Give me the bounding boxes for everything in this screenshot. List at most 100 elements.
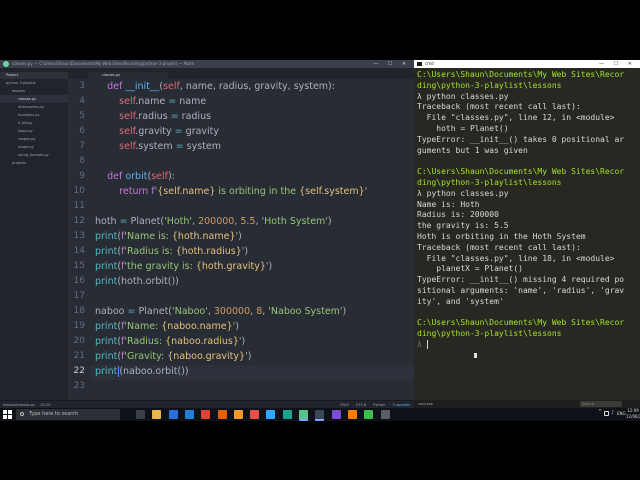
- code-area[interactable]: def __init__(self, name, radius, gravity…: [95, 79, 414, 400]
- store-icon[interactable]: [168, 410, 178, 419]
- code-line[interactable]: print(f'Radius: {naboo.radius}'): [95, 336, 245, 347]
- atom-editor-window: classes.py — C:\Users\Shaun\Documents\My…: [0, 60, 414, 408]
- tray-overflow-icon[interactable]: ^: [598, 409, 602, 415]
- terminal-output[interactable]: C:\Users\Shaun\Documents\My Web Sites\Re…: [417, 70, 637, 370]
- line-number: 7: [79, 141, 85, 151]
- code-token: ): [244, 246, 249, 257]
- tree-item[interactable]: loops.py: [0, 127, 68, 135]
- code-token: name: [176, 96, 207, 107]
- editor-window-controls[interactable]: — ☐ ✕: [373, 60, 410, 68]
- tree-item[interactable]: dictionaries.py: [0, 103, 68, 111]
- tree-item[interactable]: lessons: [0, 87, 68, 95]
- tree-item[interactable]: python-3-playlist: [0, 79, 68, 87]
- letterbox-top: [0, 0, 640, 60]
- volume-icon[interactable]: ♪: [611, 410, 614, 416]
- code-line[interactable]: def __init__(self, name, radius, gravity…: [95, 81, 335, 92]
- illustrator-icon[interactable]: [347, 410, 357, 419]
- code-line[interactable]: print(f'Name: {naboo.name}'): [95, 321, 239, 332]
- terminal-line: File "classes.py", line 18, in <module>: [417, 253, 615, 263]
- cmd-search-input[interactable]: Search: [580, 401, 622, 407]
- taskbar-clock[interactable]: 12:09 12/06/2017: [626, 408, 640, 420]
- tree-header[interactable]: Project: [0, 72, 68, 79]
- code-token: =: [170, 111, 179, 122]
- code-line[interactable]: print(f'the gravity is: {hoth.gravity}'): [95, 261, 272, 272]
- code-token: {hoth.radius}: [175, 246, 242, 257]
- terminal-line: TypeError: __init__() takes 0 positional…: [417, 134, 625, 144]
- tree-item[interactable]: functions.py: [0, 111, 68, 119]
- terminal-line: the gravity is: 5.5: [417, 221, 509, 231]
- status-encoding[interactable]: UTF-8: [356, 403, 366, 407]
- status-line-ending[interactable]: CRLF: [340, 403, 349, 407]
- terminal-prompt-path: C:\Users\Shaun\Documents\My Web Sites\Re…: [417, 167, 625, 177]
- start-button[interactable]: [3, 410, 12, 419]
- code-token: print: [95, 321, 118, 332]
- code-line[interactable]: self.gravity = gravity: [95, 126, 219, 137]
- code-line[interactable]: self.radius = radius: [95, 111, 211, 122]
- cmder-icon[interactable]: [315, 410, 325, 419]
- code-token: Planet(: [135, 306, 173, 317]
- tree-item[interactable]: scope.py: [0, 143, 68, 151]
- network-icon[interactable]: [604, 411, 609, 416]
- code-token: {hoth.name}: [171, 231, 236, 242]
- task-view-icon[interactable]: [136, 410, 145, 419]
- code-token: def: [107, 171, 126, 182]
- edge-icon[interactable]: [184, 410, 194, 419]
- atom-icon[interactable]: [299, 410, 308, 419]
- vivaldi-icon[interactable]: [250, 410, 260, 419]
- code-token: self: [163, 81, 180, 92]
- code-token: =: [127, 306, 136, 317]
- terminal-line: λ python classes.py: [417, 91, 509, 101]
- code-line[interactable]: print(f'Gravity: {naboo.gravity}'): [95, 351, 251, 362]
- visual-studio-icon[interactable]: [331, 410, 341, 419]
- code-line[interactable]: def orbit(self):: [95, 171, 175, 182]
- tree-item[interactable]: ranges.py: [0, 135, 68, 143]
- code-token: self: [119, 141, 136, 152]
- tree-item[interactable]: projects: [0, 159, 68, 167]
- tab-classes-py[interactable]: classes.py: [88, 72, 168, 79]
- firefox-icon[interactable]: [217, 410, 227, 419]
- code-line[interactable]: self.name = name: [95, 96, 206, 107]
- status-grammar[interactable]: Python: [373, 403, 385, 407]
- language-indicator[interactable]: ENG: [617, 411, 626, 417]
- code-token: radius: [178, 111, 212, 122]
- code-token: self: [151, 171, 168, 182]
- line-number: 14: [73, 246, 85, 256]
- code-line[interactable]: naboo = Planet('Naboo', 300000, 8, 'Nabo…: [95, 306, 346, 317]
- tree-item[interactable]: string_formats.py: [0, 151, 68, 159]
- code-line[interactable]: return f'{self.name} is orbiting in the …: [95, 186, 367, 197]
- editor-title-bar[interactable]: classes.py — C:\Users\Shaun\Documents\My…: [0, 60, 414, 68]
- code-line[interactable]: print(f'Radius is: {hoth.radius}'): [95, 246, 248, 257]
- taskbar-search-box[interactable]: Type here to search: [16, 409, 120, 420]
- cmd-title-bar[interactable]: cmd — ☐ ✕: [414, 60, 640, 68]
- line-number: 3: [79, 81, 85, 91]
- line-number: 22: [73, 366, 85, 376]
- gitkraken-icon[interactable]: [282, 410, 292, 419]
- status-file-path[interactable]: lessons\classes.py: [3, 403, 35, 407]
- editor-status-bar: lessons\classes.py 22:20 CRLF UTF-8 Pyth…: [0, 400, 414, 408]
- code-line[interactable]: self.system = system: [95, 141, 221, 152]
- code-token: system: [183, 141, 221, 152]
- app-icon[interactable]: [380, 410, 390, 419]
- terminal-line: ity', and 'system': [417, 296, 504, 306]
- code-line[interactable]: hoth = Planet('Hoth', 200000, 5.5, 'Hoth…: [95, 216, 332, 227]
- code-line[interactable]: print (naboo.orbit()): [95, 366, 189, 377]
- terminal-cursor: [426, 340, 428, 349]
- terminal-line: Name is: Hoth: [417, 199, 480, 209]
- code-line[interactable]: print(f'Name is: {hoth.name}'): [95, 231, 242, 242]
- clock-date: 12/06/2017: [626, 414, 640, 419]
- photoshop-icon[interactable]: [266, 410, 276, 419]
- status-cursor-position[interactable]: 22:20: [40, 403, 50, 407]
- sublime-icon[interactable]: [233, 410, 243, 419]
- camtasia-icon[interactable]: [364, 410, 374, 419]
- terminal-line: Traceback (most recent call last):: [417, 242, 581, 252]
- file-explorer-icon[interactable]: [152, 410, 162, 419]
- code-token: 'Radius:: [124, 336, 166, 347]
- status-updates[interactable]: 3 updates: [393, 403, 411, 407]
- code-line[interactable]: print(hoth.orbit()): [95, 276, 179, 287]
- cmd-window-controls[interactable]: — ☐ ✕: [599, 60, 636, 68]
- tree-item[interactable]: if_elif.py: [0, 119, 68, 127]
- tree-item[interactable]: classes.py: [0, 95, 68, 103]
- cmd-tab-label[interactable]: cmd.exe: [418, 400, 433, 408]
- code-token: =: [174, 126, 183, 137]
- chrome-icon[interactable]: [201, 410, 211, 419]
